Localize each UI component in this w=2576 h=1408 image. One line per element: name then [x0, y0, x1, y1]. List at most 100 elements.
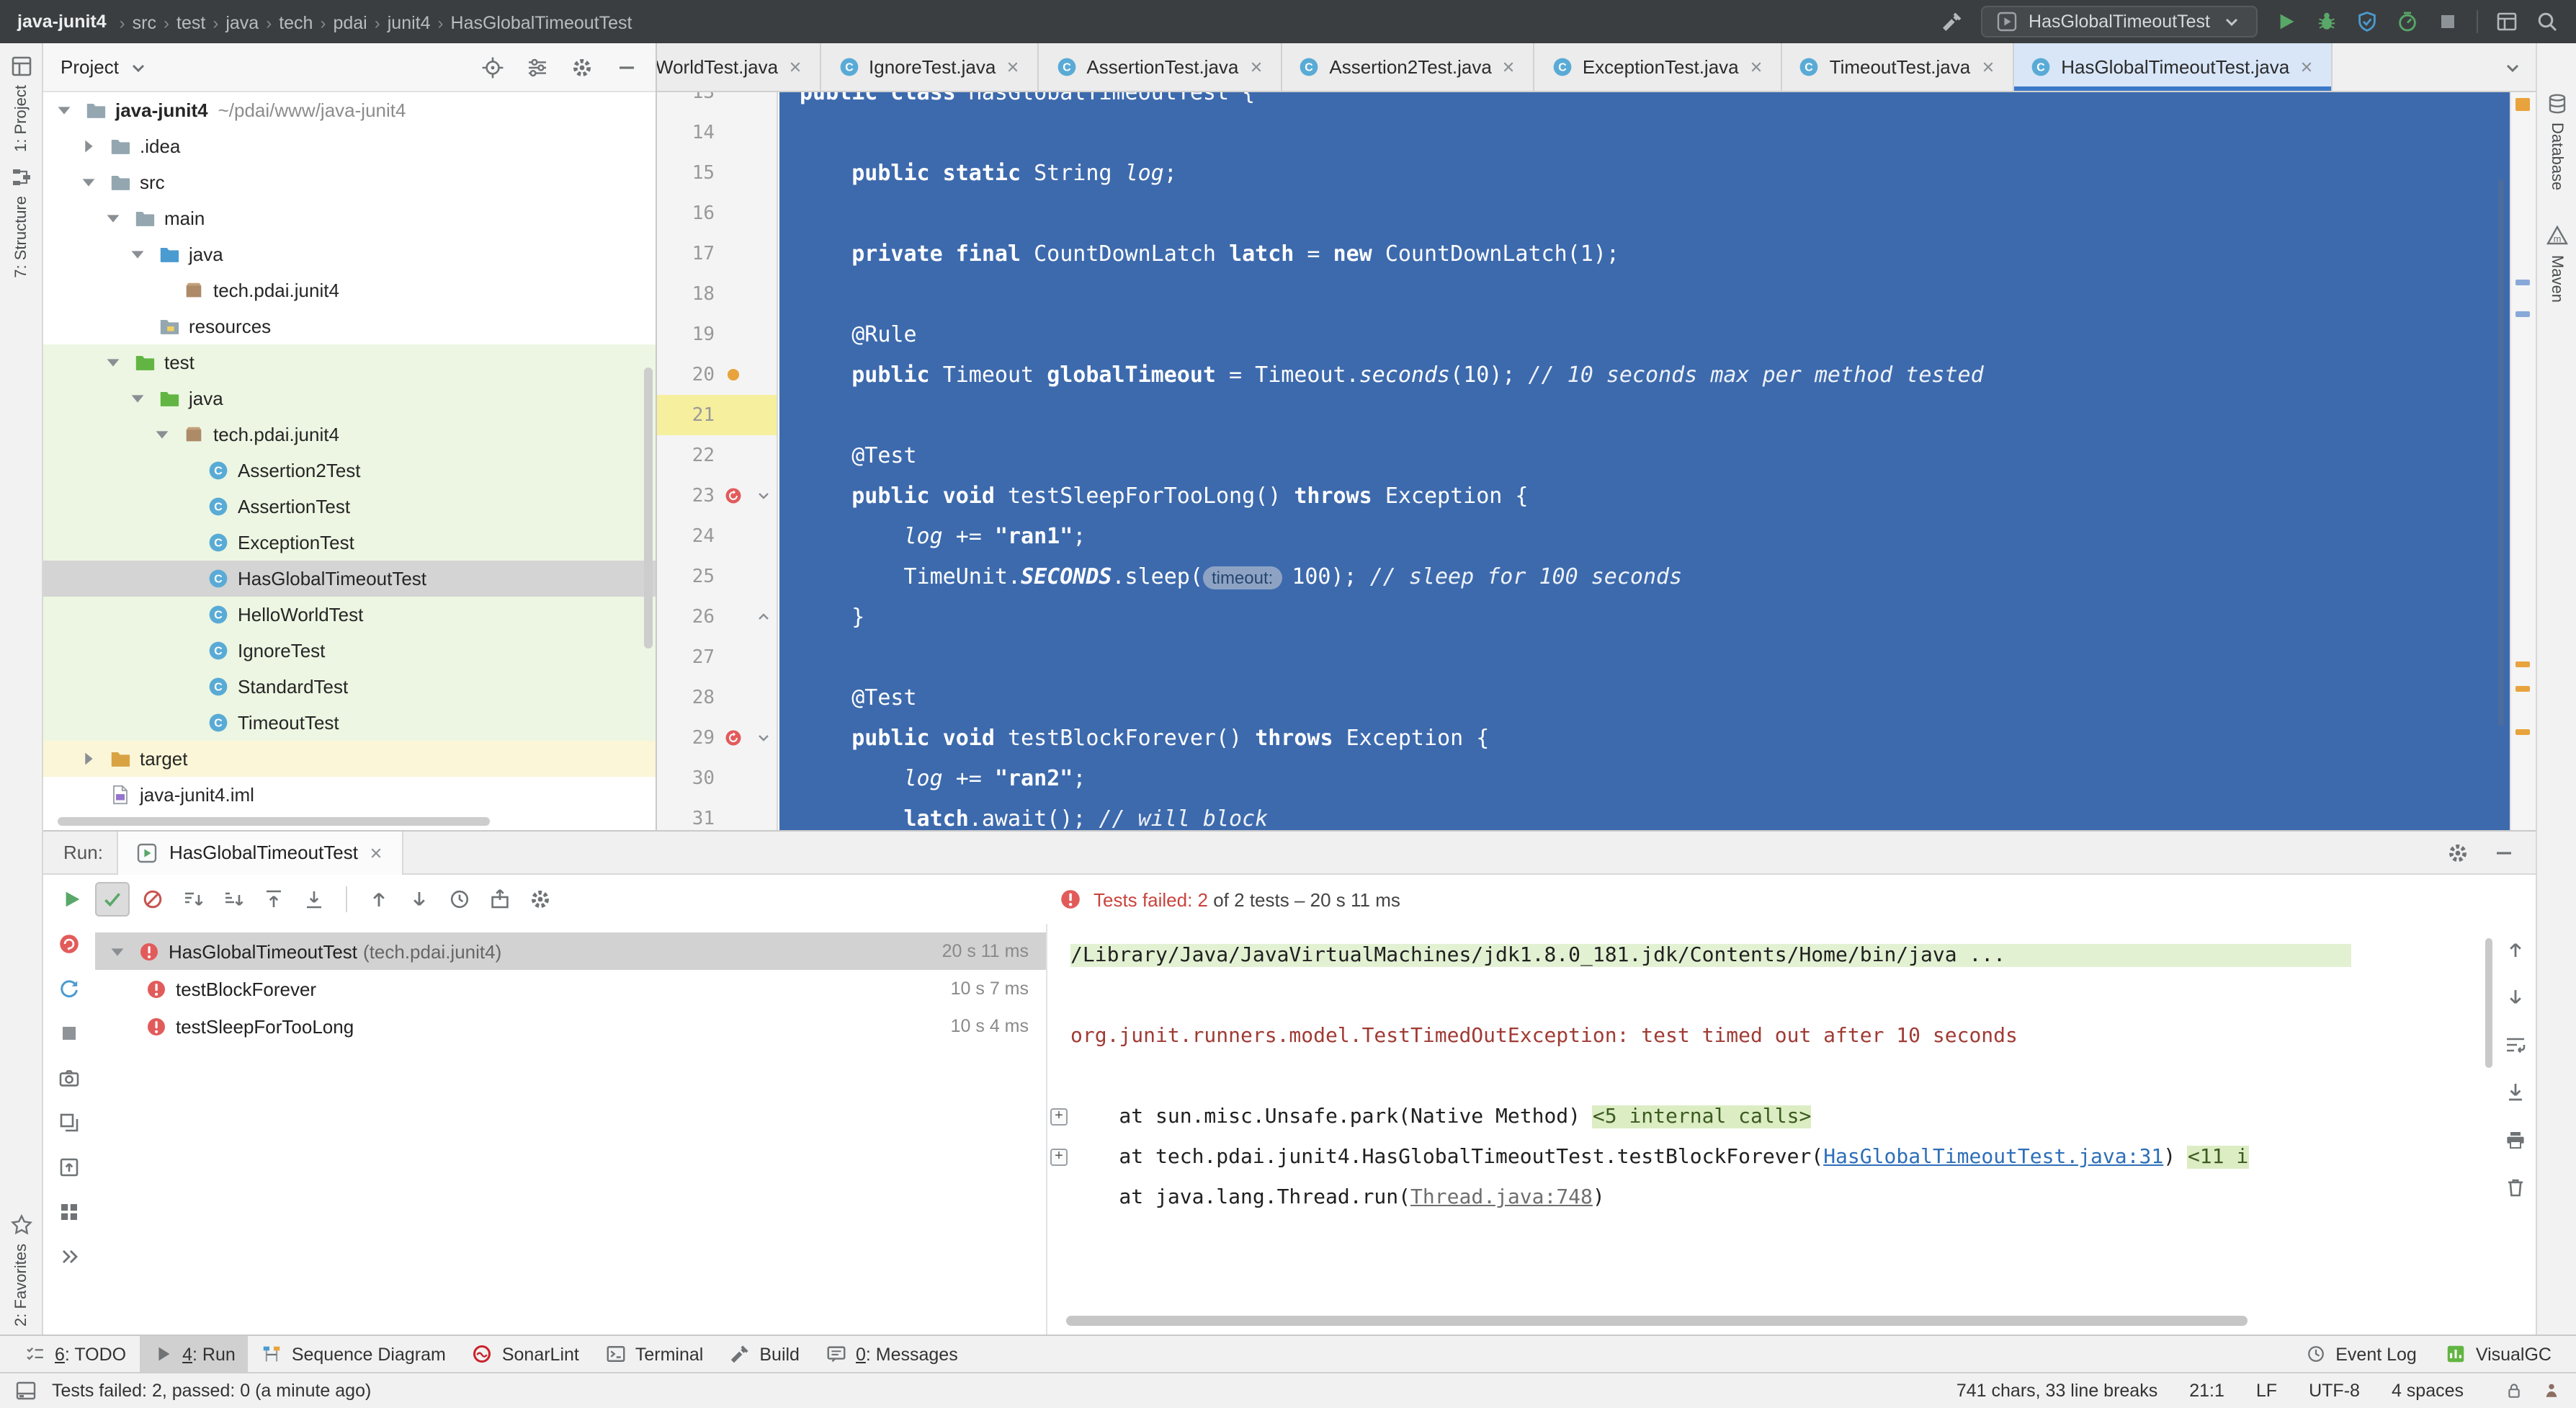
console-horizontal-scrollbar[interactable] [1066, 1316, 2248, 1326]
toolwindow-switcher-icon[interactable] [14, 1379, 37, 1402]
hide-icon[interactable] [615, 55, 638, 79]
breadcrumb-item[interactable]: src [133, 12, 156, 32]
toolwindow-stripe-button[interactable]: mMaven [2545, 225, 2568, 303]
gutter-line[interactable]: 17 [657, 233, 777, 274]
hide-icon[interactable] [2492, 841, 2515, 864]
status-item[interactable]: 741 chars, 33 line breaks [1956, 1381, 2157, 1401]
close-icon[interactable] [368, 844, 385, 861]
toolwindow-button-todo[interactable]: 6: TODO [12, 1336, 139, 1372]
breadcrumb-item[interactable]: test [176, 12, 205, 32]
tree-expanded-arrow-icon[interactable] [125, 243, 148, 266]
run-tab[interactable]: HasGlobalTimeoutTest [117, 831, 404, 874]
project-tree-item[interactable]: main [43, 200, 656, 236]
project-tree-item[interactable]: test [43, 344, 656, 380]
scroll-end-button[interactable] [2504, 1081, 2527, 1104]
show-passed-button[interactable] [95, 882, 130, 917]
window-icon[interactable] [2495, 10, 2518, 33]
project-tree-item[interactable]: CHasGlobalTimeoutTest [43, 561, 656, 597]
status-item[interactable]: UTF-8 [2309, 1381, 2360, 1401]
tree-expanded-arrow-icon[interactable] [125, 387, 148, 410]
rerun-failed-button[interactable] [58, 932, 81, 955]
more-button[interactable] [58, 1245, 81, 1268]
editor-tab[interactable]: CIgnoreTest.java [821, 43, 1039, 91]
editor-body[interactable]: 13141516171819202122232425262728293031 p… [657, 92, 2536, 830]
coverage-button[interactable] [2356, 10, 2379, 33]
tree-collapsed-arrow-icon[interactable] [76, 747, 99, 770]
error-stripe-mark[interactable] [2515, 686, 2530, 692]
close-icon[interactable] [1004, 58, 1021, 76]
down-button[interactable] [2504, 986, 2527, 1009]
vertical-scrollbar[interactable] [644, 367, 653, 649]
gutter-line[interactable]: 18 [657, 274, 777, 314]
next-failed-button[interactable] [402, 882, 437, 917]
code-line[interactable]: public class HasGlobalTimeoutTest { [779, 92, 2510, 112]
show-ignored-button[interactable] [135, 882, 170, 917]
project-tree-item[interactable]: .idea [43, 128, 656, 164]
locate-icon[interactable] [481, 55, 504, 79]
console-line[interactable]: at java.lang.Thread.run(Thread.java:748) [1047, 1177, 2495, 1218]
export-button[interactable] [483, 882, 517, 917]
project-tree-item[interactable]: src [43, 164, 656, 200]
sort-duration-button[interactable] [216, 882, 251, 917]
project-tree-item[interactable]: CStandardTest [43, 669, 656, 705]
chevron-down-icon[interactable] [2501, 56, 2524, 79]
code-line[interactable] [779, 395, 2510, 435]
close-icon[interactable] [1501, 58, 1518, 76]
test-tree-item[interactable]: testSleepForTooLong10 s 4 ms [95, 1007, 1046, 1045]
collapse-all-button[interactable] [256, 882, 291, 917]
gutter-line[interactable]: 27 [657, 637, 777, 677]
pin-button[interactable] [58, 1200, 81, 1224]
stop-button[interactable] [2436, 10, 2459, 33]
code-area[interactable]: public class HasGlobalTimeoutTest { publ… [779, 92, 2510, 830]
up-button[interactable] [2504, 938, 2527, 961]
close-icon[interactable] [1748, 58, 1765, 76]
fold-icon[interactable] [754, 608, 772, 625]
gutter-line[interactable]: 24 [657, 516, 777, 556]
rerun-button[interactable] [55, 882, 89, 917]
close-icon[interactable] [787, 58, 804, 76]
tree-expanded-arrow-icon[interactable] [52, 99, 75, 122]
tree-expanded-arrow-icon[interactable] [150, 423, 173, 446]
rerun-failed-test-icon[interactable] [723, 728, 743, 748]
print-button[interactable] [2504, 1128, 2527, 1151]
gutter-line[interactable]: 14 [657, 112, 777, 153]
project-tree-item[interactable]: java-junit4 ~/pdai/www/java-junit4 [43, 92, 656, 128]
project-tree-item[interactable]: java [43, 236, 656, 272]
tree-expanded-arrow-icon[interactable] [101, 207, 124, 230]
tree-expanded-arrow-icon[interactable] [76, 171, 99, 194]
stop-button[interactable] [58, 1022, 81, 1045]
project-tree-item[interactable]: CAssertionTest [43, 489, 656, 525]
test-tree-item[interactable]: testBlockForever10 s 7 ms [95, 970, 1046, 1007]
tree-collapsed-arrow-icon[interactable] [76, 135, 99, 158]
breadcrumb-item[interactable]: HasGlobalTimeoutTest [451, 12, 632, 32]
expand-all-button[interactable] [297, 882, 331, 917]
project-tree-item[interactable]: tech.pdai.junit4 [43, 272, 656, 308]
gutter-line[interactable]: 29 [657, 718, 777, 758]
project-tree-item[interactable]: java [43, 380, 656, 416]
gutter-line[interactable]: 19 [657, 314, 777, 355]
view-options-icon[interactable] [526, 55, 549, 79]
code-line[interactable]: public void testSleepForTooLong() throws… [779, 476, 2510, 516]
project-tree-item[interactable]: resources [43, 308, 656, 344]
stack-expand-icon[interactable]: + [1050, 1108, 1068, 1126]
code-line[interactable]: @Test [779, 677, 2510, 718]
code-line[interactable]: @Test [779, 435, 2510, 476]
code-line[interactable]: @Rule [779, 314, 2510, 355]
console-vertical-scrollbar[interactable] [2485, 938, 2492, 1068]
status-item[interactable]: LF [2256, 1381, 2277, 1401]
status-item[interactable]: 21:1 [2189, 1381, 2224, 1401]
horizontal-scrollbar[interactable] [58, 817, 490, 826]
settings-icon[interactable] [571, 55, 594, 79]
toolwindow-button-terminal[interactable]: Terminal [592, 1336, 717, 1372]
fold-icon[interactable] [754, 729, 772, 747]
code-line[interactable]: TimeUnit.SECONDS.sleep(timeout:100); // … [779, 556, 2510, 597]
thread-dump-button[interactable] [58, 1111, 81, 1134]
breadcrumb-item[interactable]: tech [279, 12, 313, 32]
editor-tab[interactable]: CAssertion2Test.java [1282, 43, 1534, 91]
code-line[interactable]: } [779, 597, 2510, 637]
gutter-line[interactable]: 30 [657, 758, 777, 798]
console-line[interactable]: /Library/Java/JavaVirtualMachines/jdk1.8… [1047, 935, 2495, 976]
code-line[interactable] [779, 112, 2510, 153]
error-stripe-mark[interactable] [2515, 729, 2530, 735]
snapshot-button[interactable] [58, 1066, 81, 1090]
